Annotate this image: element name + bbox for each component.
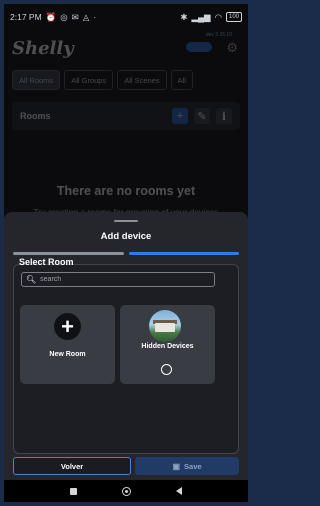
step-progress	[13, 252, 239, 255]
info-icon[interactable]: ℹ	[216, 108, 232, 124]
shelly-logo: Shelly	[12, 37, 74, 59]
plus-icon: +	[54, 313, 81, 340]
wifi-assistant-icon: ◬	[82, 11, 90, 22]
phone-screen: 2:17 PM ⏰ ◎ ✉ ◬ · ✱ ▂▄▆ ◠ 100 Shelly dev…	[4, 4, 248, 502]
tab-all-rooms[interactable]: All Rooms	[12, 70, 61, 90]
sheet-handle[interactable]	[114, 220, 138, 222]
gear-icon[interactable]: ⚙	[226, 40, 238, 56]
save-button[interactable]: ▣ Save	[135, 457, 239, 475]
hidden-devices-label: Hidden Devices	[141, 343, 194, 350]
select-room-label: Select Room	[19, 257, 74, 267]
bluetooth-icon: ✱	[180, 11, 188, 22]
whatsapp-icon: ◎	[60, 11, 68, 22]
floppy-disk-icon: ▣	[172, 461, 181, 471]
back-button-label: Volver	[60, 461, 84, 471]
tab-all-scenes[interactable]: All Scenes	[117, 70, 167, 90]
signal-icon: ▂▄▆	[191, 11, 211, 22]
new-room-label: New Room	[49, 351, 86, 358]
back-arrow-icon[interactable]	[175, 487, 182, 495]
status-time: 2:17 PM	[10, 12, 42, 22]
tab-all[interactable]: All	[170, 70, 193, 90]
dot-icon: ·	[93, 12, 97, 22]
radio-button[interactable]	[161, 364, 172, 375]
add-room-button[interactable]: +	[172, 108, 188, 124]
status-right: ✱ ▂▄▆ ◠ 100	[180, 12, 242, 23]
hidden-devices-card[interactable]: Hidden Devices	[120, 305, 215, 384]
search-box[interactable]: 🔍︎	[21, 272, 215, 287]
alarm-icon: ⏰	[45, 11, 57, 22]
tab-bar: All Rooms All Groups All Scenes All	[4, 66, 248, 94]
status-left: 2:17 PM ⏰ ◎ ✉ ◬ ·	[10, 12, 96, 23]
app-header: Shelly dev 3.26.10 ⚙	[4, 30, 248, 66]
rooms-title: Rooms	[20, 111, 51, 121]
search-icon: 🔍︎	[26, 275, 37, 284]
version-label: dev 3.26.10	[205, 32, 232, 38]
home-icon[interactable]	[121, 486, 131, 496]
rooms-bar: Rooms + ✎ ℹ	[12, 102, 240, 130]
status-bar: 2:17 PM ⏰ ◎ ✉ ◬ · ✱ ▂▄▆ ◠ 100	[4, 4, 248, 30]
new-room-card[interactable]: + New Room	[20, 305, 115, 384]
tab-all-groups[interactable]: All Groups	[64, 70, 114, 90]
save-button-label: Save	[184, 461, 202, 471]
add-device-sheet: Add device Select Room 🔍︎ + New Room Hid…	[4, 212, 248, 480]
rooms-actions: + ✎ ℹ	[172, 108, 232, 124]
wifi-icon: ◠	[214, 11, 222, 22]
progress-step-2	[128, 252, 239, 255]
empty-title: There are no rooms yet	[56, 184, 196, 198]
header-toggle[interactable]	[186, 42, 212, 52]
search-input[interactable]	[40, 276, 201, 283]
recents-icon[interactable]	[70, 487, 78, 495]
edit-icon[interactable]: ✎	[194, 108, 210, 124]
house-photo	[149, 310, 181, 342]
progress-step-1	[13, 252, 124, 255]
back-button[interactable]: Volver	[13, 457, 131, 475]
gmail-icon: ✉	[71, 11, 79, 22]
system-nav-bar	[4, 480, 248, 502]
sheet-title: Add device	[100, 231, 152, 242]
battery-indicator: 100	[225, 12, 242, 22]
